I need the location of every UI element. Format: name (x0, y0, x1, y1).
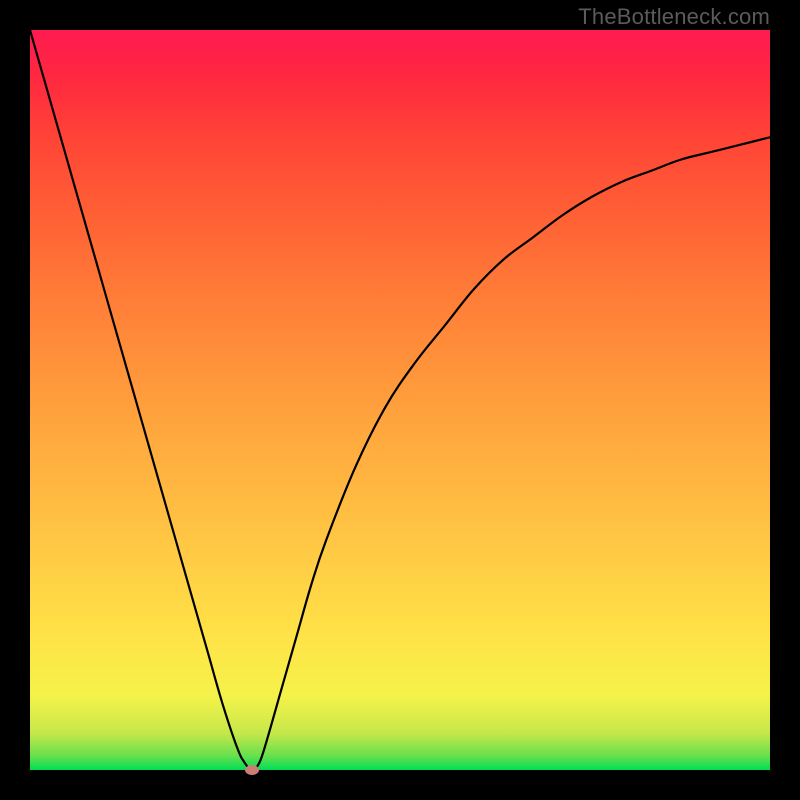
watermark-label: TheBottleneck.com (578, 4, 770, 30)
chart-frame: TheBottleneck.com (0, 0, 800, 800)
minimum-marker (245, 765, 259, 775)
plot-area (30, 30, 770, 770)
bottleneck-curve (30, 30, 770, 770)
